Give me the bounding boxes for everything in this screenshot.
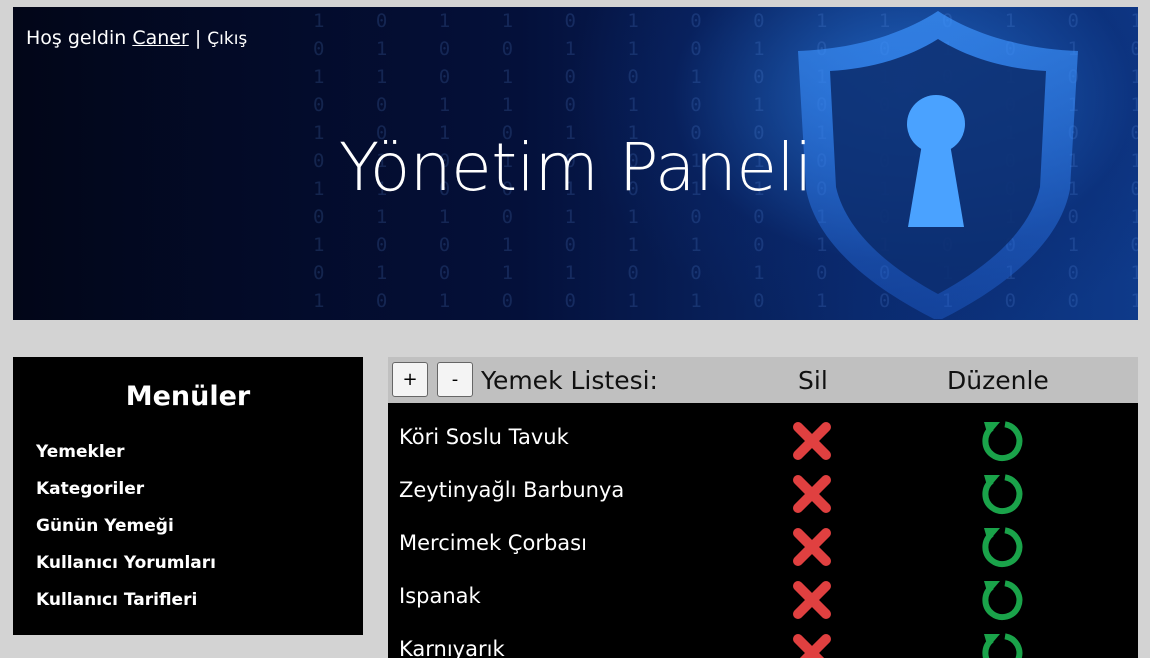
greeting-label: Hoş geldin: [26, 27, 127, 49]
edit-refresh-icon[interactable]: [980, 525, 1024, 569]
food-list-panel: + - Yemek Listesi: Sil Düzenle Köri Sosl…: [388, 357, 1138, 658]
table-row: Ispanak: [388, 578, 1138, 631]
add-food-button[interactable]: +: [392, 362, 428, 397]
menu-list: Yemekler Kategoriler Günün Yemeği Kullan…: [36, 440, 216, 625]
header-banner: 1 0 1 1 0 1 0 0 1 1 0 1 0 1 1 0 0 1 0 1 …: [13, 7, 1138, 320]
menu-item-kullanici-tarifleri[interactable]: Kullanıcı Tarifleri: [36, 588, 216, 625]
menu-item-yemekler[interactable]: Yemekler: [36, 440, 216, 477]
delete-x-icon[interactable]: [790, 472, 834, 516]
page-title: Yönetim Paneli: [338, 129, 813, 206]
delete-x-icon[interactable]: [790, 525, 834, 569]
delete-x-icon[interactable]: [790, 631, 834, 658]
table-row: Zeytinyağlı Barbunya: [388, 472, 1138, 525]
sidebar-menu: Menüler Yemekler Kategoriler Günün Yemeğ…: [13, 357, 363, 635]
delete-x-icon[interactable]: [790, 578, 834, 622]
menu-item-kategoriler[interactable]: Kategoriler: [36, 477, 216, 514]
table-row: Karnıyarık: [388, 631, 1138, 658]
menu-title: Menüler: [125, 381, 251, 412]
welcome-text: Hoş geldin Caner | Çıkış: [26, 27, 247, 49]
food-list-rows: Köri Soslu Tavuk Zeytinyağlı Barbunya Me…: [388, 419, 1138, 658]
food-list-header: + - Yemek Listesi: Sil Düzenle: [388, 357, 1138, 403]
food-name: Karnıyarık: [399, 637, 505, 658]
edit-refresh-icon[interactable]: [980, 419, 1024, 463]
table-row: Köri Soslu Tavuk: [388, 419, 1138, 472]
food-name: Köri Soslu Tavuk: [399, 425, 569, 449]
edit-refresh-icon[interactable]: [980, 472, 1024, 516]
remove-food-button[interactable]: -: [437, 362, 473, 397]
food-name: Mercimek Çorbası: [399, 531, 587, 555]
food-list-title: Yemek Listesi:: [481, 366, 658, 395]
edit-refresh-icon[interactable]: [980, 578, 1024, 622]
table-row: Mercimek Çorbası: [388, 525, 1138, 578]
logout-link[interactable]: Çıkış: [207, 29, 247, 49]
username-link[interactable]: Caner: [132, 27, 188, 49]
menu-item-kullanici-yorumlari[interactable]: Kullanıcı Yorumları: [36, 551, 216, 588]
separator: |: [194, 27, 202, 49]
food-name: Ispanak: [399, 584, 481, 608]
delete-column-header: Sil: [798, 366, 828, 395]
food-name: Zeytinyağlı Barbunya: [399, 478, 625, 502]
edit-column-header: Düzenle: [947, 366, 1049, 395]
delete-x-icon[interactable]: [790, 419, 834, 463]
edit-refresh-icon[interactable]: [980, 631, 1024, 658]
menu-item-gunun-yemegi[interactable]: Günün Yemeği: [36, 514, 216, 551]
